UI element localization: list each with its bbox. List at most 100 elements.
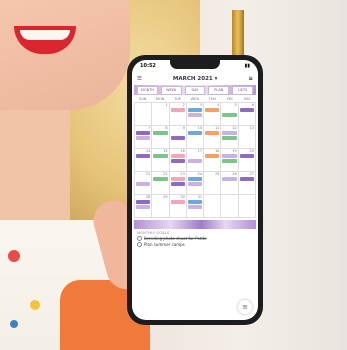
status-time: 10:52 bbox=[140, 63, 156, 69]
calendar-event[interactable] bbox=[170, 154, 185, 158]
day-number: 4 bbox=[217, 103, 220, 107]
dow-label: MON bbox=[155, 97, 165, 101]
calendar-day[interactable]: 27 bbox=[238, 172, 256, 195]
checkbox-icon[interactable] bbox=[137, 242, 142, 247]
calendar-event[interactable] bbox=[222, 177, 237, 181]
calendar-day[interactable]: 22 bbox=[152, 172, 170, 195]
calendar-day[interactable]: 26 bbox=[221, 172, 239, 195]
calendar-event[interactable] bbox=[222, 131, 237, 135]
calendar-day[interactable]: 12 bbox=[221, 126, 239, 149]
calendar-event[interactable] bbox=[136, 131, 151, 135]
day-number: 23 bbox=[180, 172, 185, 176]
calendar-day[interactable]: 3 bbox=[186, 103, 205, 126]
add-button[interactable]: ≡ bbox=[238, 300, 252, 314]
calendar-event[interactable] bbox=[170, 182, 185, 186]
calendar-day[interactable]: 1 bbox=[152, 103, 170, 126]
calendar-event[interactable] bbox=[187, 177, 203, 181]
calendar-day[interactable]: 8 bbox=[152, 126, 170, 149]
goal-item[interactable]: Brending photo shoot for Petite bbox=[137, 236, 253, 241]
day-number: 5 bbox=[234, 103, 237, 107]
calendar-day[interactable]: 28 bbox=[135, 195, 153, 218]
checkbox-icon[interactable] bbox=[137, 236, 142, 241]
calendar-day[interactable] bbox=[238, 195, 256, 218]
calendar-day[interactable]: 2 bbox=[169, 103, 187, 126]
calendar-event[interactable] bbox=[239, 154, 254, 158]
year-label: 2021 bbox=[197, 75, 213, 82]
calendar-event[interactable] bbox=[170, 108, 185, 112]
calendar-event[interactable] bbox=[222, 159, 237, 163]
goal-item[interactable]: Plan summer camps bbox=[137, 242, 253, 247]
calendar-event[interactable] bbox=[136, 154, 151, 158]
calendar-event[interactable] bbox=[187, 113, 203, 117]
calendar-event[interactable] bbox=[222, 113, 237, 117]
calendar-day[interactable]: 25 bbox=[204, 172, 222, 195]
calendar-event[interactable] bbox=[136, 200, 151, 204]
month-selector[interactable]: MARCH 2021 ▾ bbox=[173, 76, 218, 82]
calendar-day[interactable]: 5 bbox=[221, 103, 239, 126]
calendar-event[interactable] bbox=[170, 177, 185, 181]
calendar-event[interactable] bbox=[136, 136, 151, 140]
calendar-event[interactable] bbox=[136, 182, 151, 186]
calendar-day[interactable]: 13 bbox=[238, 126, 256, 149]
tab-week[interactable]: WEEK bbox=[160, 86, 182, 95]
calendar-day[interactable]: 15 bbox=[152, 149, 170, 172]
tab-month[interactable]: MONTH bbox=[137, 86, 158, 95]
calendar-day[interactable]: 30 bbox=[169, 195, 187, 218]
calendar-event[interactable] bbox=[239, 177, 254, 181]
dow-label: THU bbox=[208, 97, 217, 101]
calendar-event[interactable] bbox=[222, 136, 237, 140]
calendar-event[interactable] bbox=[153, 131, 168, 135]
calendar-day[interactable]: 29 bbox=[152, 195, 170, 218]
goal-text: Plan summer camps bbox=[144, 242, 185, 247]
calendar-event[interactable] bbox=[187, 108, 203, 112]
calendar-event[interactable] bbox=[205, 154, 220, 158]
calendar-day[interactable]: 19 bbox=[221, 149, 239, 172]
calendar-day[interactable]: 23 bbox=[169, 172, 187, 195]
calendar-event[interactable] bbox=[187, 131, 203, 135]
day-number: 26 bbox=[232, 172, 237, 176]
calendar-event[interactable] bbox=[170, 200, 185, 204]
calendar-event[interactable] bbox=[187, 159, 203, 163]
calendar-day[interactable]: 31 bbox=[186, 195, 205, 218]
calendar-event[interactable] bbox=[187, 200, 203, 204]
calendar-event[interactable] bbox=[187, 182, 203, 186]
calendar-day[interactable] bbox=[135, 103, 153, 126]
calendar-event[interactable] bbox=[153, 154, 168, 158]
calendar-day[interactable] bbox=[221, 195, 239, 218]
calendar-day[interactable]: 6 bbox=[238, 103, 256, 126]
calendar-day[interactable]: 21 bbox=[135, 172, 153, 195]
day-number: 13 bbox=[249, 126, 254, 130]
calendar-day[interactable]: 17 bbox=[186, 149, 205, 172]
calendar-event[interactable] bbox=[136, 205, 151, 209]
calendar-day[interactable]: 14 bbox=[135, 149, 153, 172]
calendar-day[interactable]: 10 bbox=[186, 126, 205, 149]
calendar-day[interactable]: 9 bbox=[169, 126, 187, 149]
calendar-event[interactable] bbox=[153, 177, 168, 181]
day-number: 8 bbox=[165, 126, 168, 130]
calendar-event[interactable] bbox=[205, 108, 220, 112]
app-bar: ☰ MARCH 2021 ▾ ≡ bbox=[132, 72, 258, 85]
calendar-day[interactable] bbox=[204, 195, 222, 218]
calendar-day[interactable]: 18 bbox=[204, 149, 222, 172]
calendar-event[interactable] bbox=[222, 154, 237, 158]
dow-label: FRI bbox=[227, 97, 233, 101]
calendar-day[interactable]: 11 bbox=[204, 126, 222, 149]
calendar-day[interactable]: 24 bbox=[186, 172, 205, 195]
calendar-event[interactable] bbox=[170, 159, 185, 163]
day-number: 21 bbox=[145, 172, 151, 176]
calendar-day[interactable]: 4 bbox=[204, 103, 222, 126]
calendar-day[interactable]: 20 bbox=[238, 149, 256, 172]
menu-icon[interactable]: ☰ bbox=[137, 76, 142, 82]
calendar-day[interactable]: 16 bbox=[169, 149, 187, 172]
tab-lists[interactable]: LISTS bbox=[232, 86, 253, 95]
day-number: 14 bbox=[145, 149, 151, 153]
hamburger-icon[interactable]: ≡ bbox=[248, 76, 253, 82]
tab-plan[interactable]: PLAN bbox=[208, 86, 230, 95]
calendar-day[interactable]: 7 bbox=[135, 126, 153, 149]
calendar-event[interactable] bbox=[170, 136, 185, 140]
calendar-event[interactable] bbox=[239, 108, 254, 112]
tab-day[interactable]: DAY bbox=[184, 86, 206, 95]
calendar-event[interactable] bbox=[205, 131, 220, 135]
calendar-event[interactable] bbox=[187, 205, 203, 209]
day-number: 15 bbox=[163, 149, 168, 153]
